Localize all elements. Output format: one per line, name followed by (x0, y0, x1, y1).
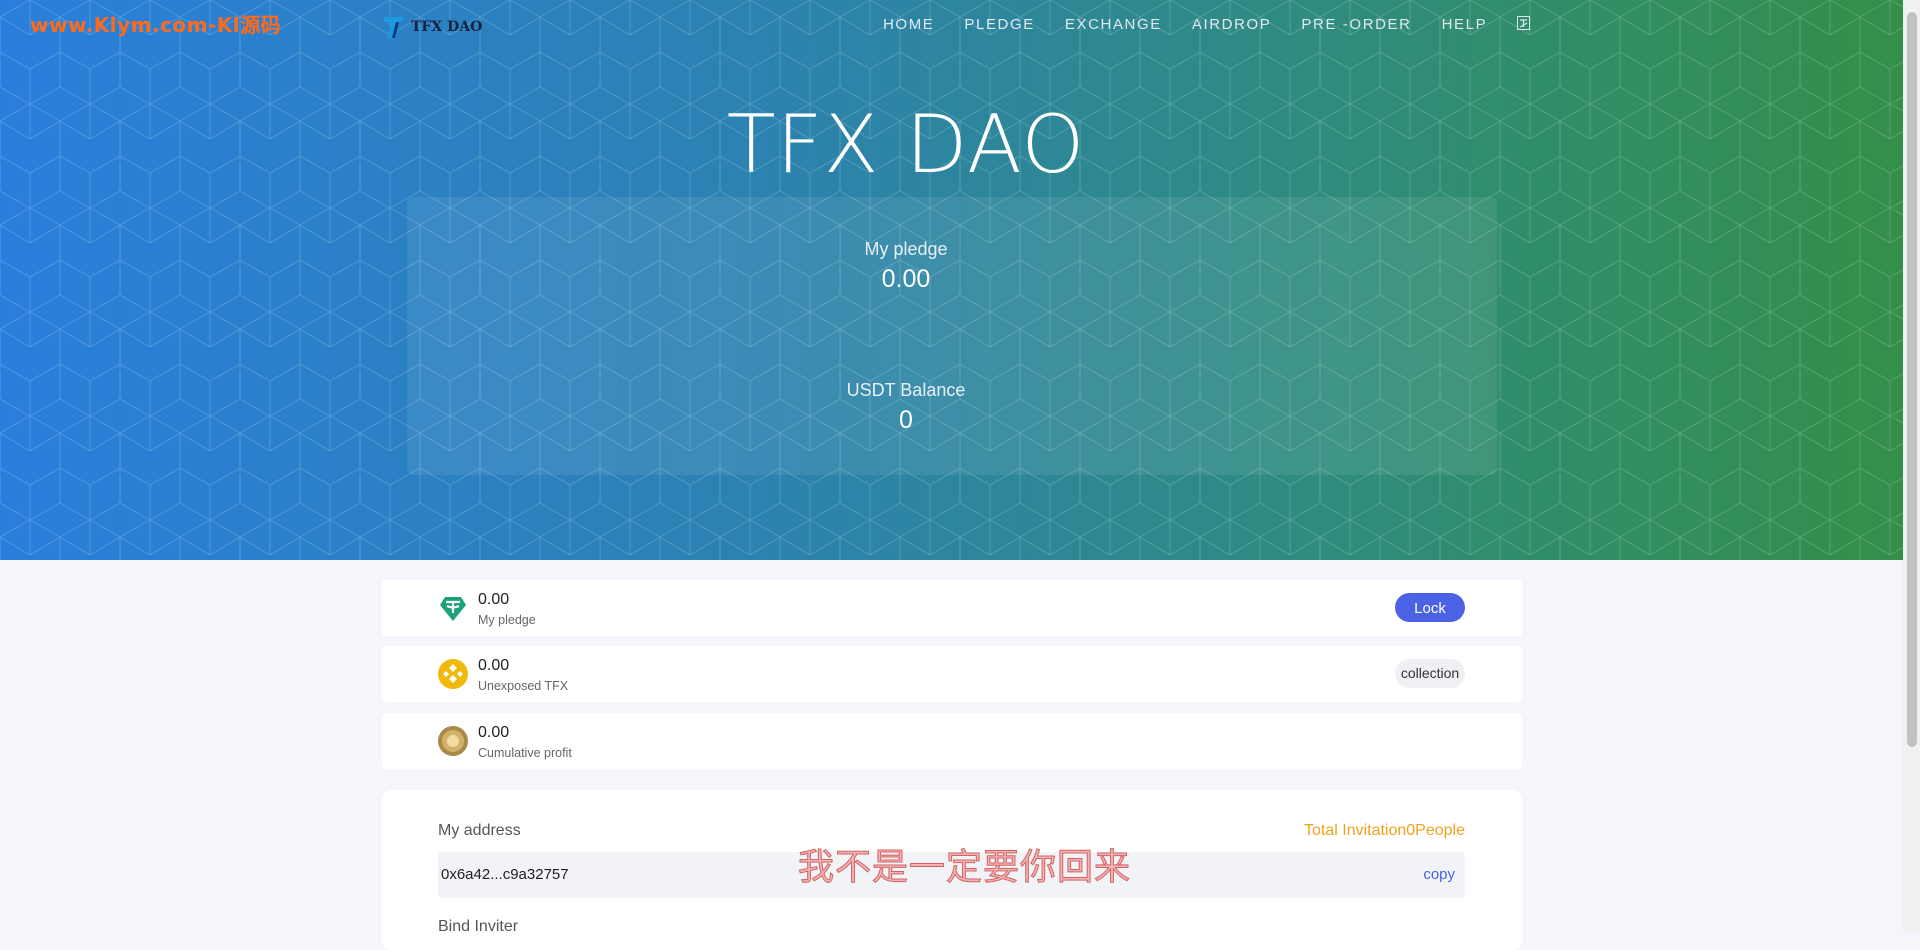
list-item-cumulative-profit: 0.00 Cumulative profit (382, 713, 1522, 769)
language-icon[interactable] (1517, 16, 1531, 33)
address-value: 0x6a42...c9a32757 (441, 866, 569, 883)
copy-button[interactable]: copy (1423, 866, 1455, 883)
unexposed-amount: 0.00 (478, 657, 510, 674)
hero-title: TFX DAO (726, 98, 1086, 191)
lock-button[interactable]: Lock (1395, 593, 1465, 622)
balance-stat-label: USDT Balance (846, 380, 966, 400)
hero-banner: www.Klym.com-Kl源码 TFX DAO HOME PLEDGE EX… (0, 0, 1903, 560)
nav-pledge[interactable]: PLEDGE (964, 16, 1034, 33)
pledge-label: My pledge (478, 613, 536, 627)
nav-airdrop[interactable]: AIRDROP (1192, 16, 1272, 33)
tfx-logo-icon (383, 14, 409, 40)
nav-home[interactable]: HOME (883, 16, 934, 33)
gold-coin-icon (438, 726, 468, 756)
pledge-stat-value: 0.00 (881, 265, 931, 293)
nav-pre-order[interactable]: PRE -ORDER (1301, 16, 1411, 33)
logo-text: TFX DAO (411, 19, 483, 35)
list-item-unexposed-tfx: 0.00 Unexposed TFX collection (382, 646, 1522, 702)
overlay-caption: 我不是一定要你回来 (797, 847, 1132, 889)
logo[interactable]: TFX DAO (383, 14, 482, 40)
site-watermark: www.Klym.com-Kl源码 (30, 13, 282, 37)
profit-label: Cumulative profit (478, 746, 572, 760)
bind-inviter-label: Bind Inviter (438, 918, 519, 935)
profit-amount: 0.00 (478, 724, 510, 741)
collection-button[interactable]: collection (1395, 659, 1465, 688)
scrollbar-thumb[interactable] (1907, 12, 1917, 747)
address-label: My address (438, 822, 521, 839)
pledge-amount: 0.00 (478, 591, 510, 608)
balance-stat-value: 0 (899, 406, 913, 434)
bnb-coin-icon (438, 659, 468, 689)
unexposed-label: Unexposed TFX (478, 679, 569, 693)
nav-help[interactable]: HELP (1442, 16, 1488, 33)
list-item-my-pledge: 0.00 My pledge Lock (382, 580, 1522, 636)
pledge-stat-label: My pledge (864, 239, 948, 259)
tether-icon (438, 593, 468, 623)
invitation-count: Total Invitation0People (1304, 822, 1465, 839)
page-scrollbar[interactable] (1903, 0, 1920, 933)
nav-exchange[interactable]: EXCHANGE (1065, 16, 1162, 33)
main-nav: HOME PLEDGE EXCHANGE AIRDROP PRE -ORDER … (883, 16, 1531, 33)
